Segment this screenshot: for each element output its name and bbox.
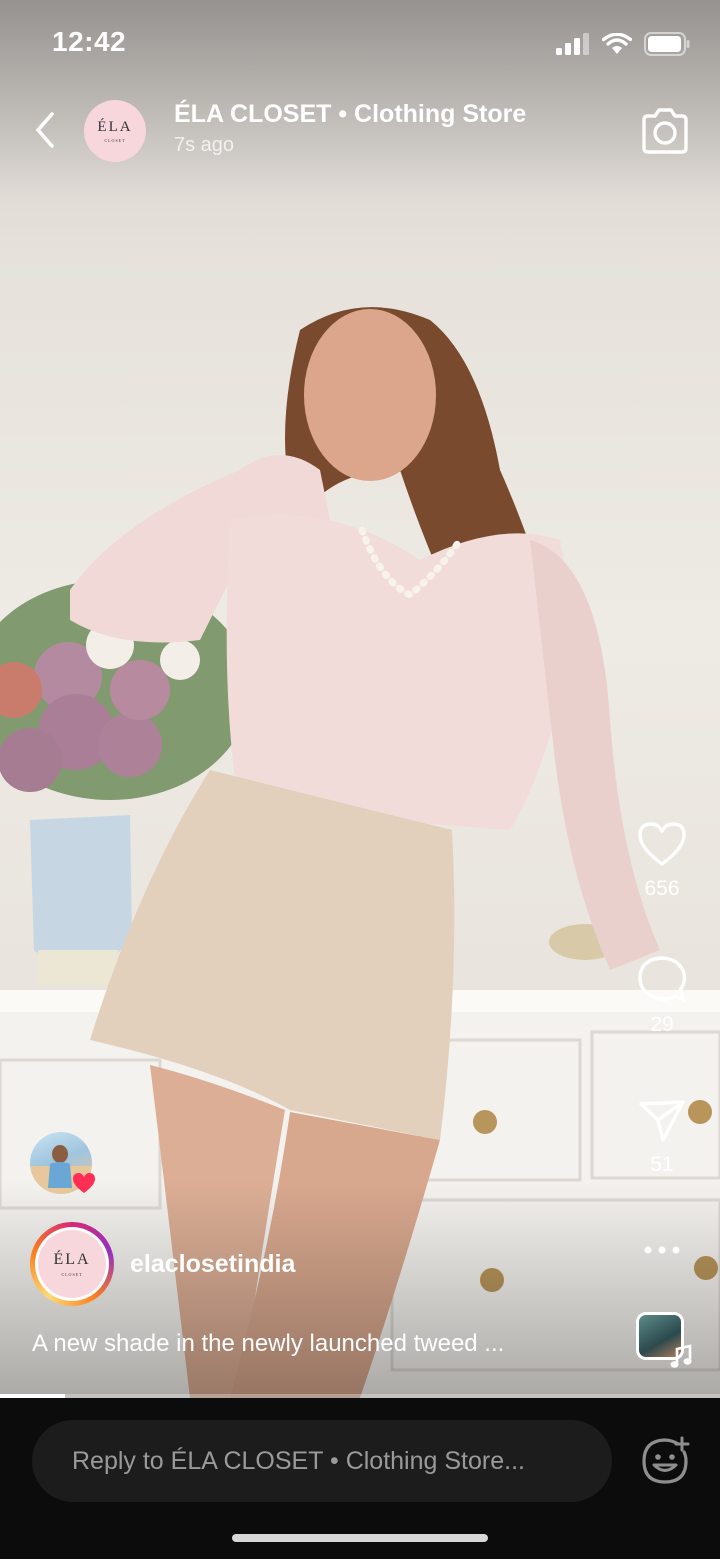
like-action[interactable]: 656 [626, 820, 698, 901]
story-header: ÉLA CLOSET ÉLA CLOSET • Clothing Store 7… [0, 96, 720, 166]
status-bar: 12:42 [0, 0, 720, 88]
more-options-icon[interactable] [642, 1242, 682, 1258]
signal-icon [556, 33, 589, 55]
like-count: 656 [644, 877, 680, 900]
author-logo-text: ÉLA [53, 1251, 91, 1268]
more-action[interactable] [626, 1242, 698, 1263]
author-username[interactable]: elaclosetindia [130, 1250, 295, 1279]
account-name[interactable]: ÉLA CLOSET • Clothing Store [174, 100, 526, 129]
reply-input[interactable]: Reply to ÉLA CLOSET • Clothing Store... [32, 1420, 612, 1502]
status-icons [556, 32, 690, 56]
account-avatar[interactable]: ÉLA CLOSET [84, 100, 146, 162]
emoji-sticker-icon[interactable] [640, 1436, 690, 1486]
heart-icon[interactable] [636, 820, 688, 868]
wifi-icon [602, 33, 632, 54]
author-logo-subtext: CLOSET [61, 1272, 83, 1277]
back-arrow-icon[interactable] [26, 110, 66, 150]
music-note-icon [670, 1344, 692, 1368]
heart-badge-icon [73, 1173, 95, 1193]
bottom-scrim [0, 1180, 720, 1398]
comment-action[interactable]: 29 [626, 954, 698, 1037]
avatar-logo-text: ÉLA [97, 119, 133, 135]
avatar-logo-subtext: CLOSET [104, 138, 126, 143]
share-count: 51 [650, 1153, 674, 1176]
battery-icon [644, 32, 690, 56]
home-indicator[interactable] [232, 1534, 488, 1542]
share-action[interactable]: 51 [626, 1098, 698, 1177]
reply-bar: Reply to ÉLA CLOSET • Clothing Store... [0, 1398, 720, 1559]
post-caption[interactable]: A new shade in the newly launched tweed … [32, 1330, 592, 1358]
camera-icon[interactable] [638, 106, 692, 156]
comment-count: 29 [650, 1013, 674, 1036]
comment-icon[interactable] [636, 954, 688, 1004]
author-avatar-ring[interactable]: ÉLA CLOSET [30, 1222, 114, 1306]
author-avatar: ÉLA CLOSET [38, 1230, 106, 1298]
send-icon[interactable] [637, 1098, 687, 1144]
post-time: 7s ago [174, 134, 235, 156]
status-time: 12:42 [52, 26, 127, 57]
